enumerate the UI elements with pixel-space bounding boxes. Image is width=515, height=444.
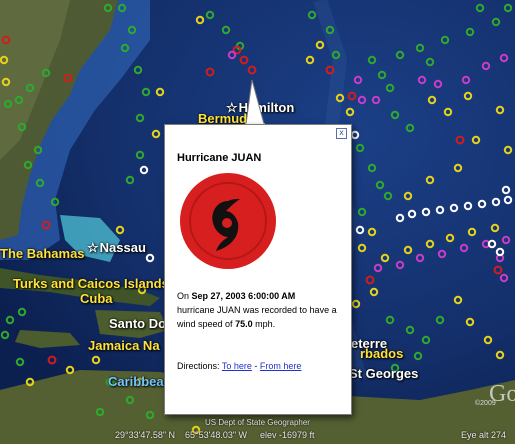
place-label-cuba[interactable]: Cuba	[80, 291, 113, 306]
place-label-santo-domingo[interactable]: Santo Do	[109, 316, 166, 331]
balloon-pointer	[245, 79, 265, 126]
place-label-caribbean[interactable]: Caribbea	[108, 374, 164, 389]
balloon-title: Hurricane JUAN	[177, 152, 262, 164]
place-label-nassau[interactable]: ☆Nassau	[87, 240, 146, 256]
longitude-readout: 65°53'48.03" W	[185, 430, 248, 440]
place-label-turks-caicos[interactable]: Turks and Caicos Islands	[13, 276, 169, 291]
status-bar: 29°33'47.58" N 65°53'48.03" W elev -1697…	[0, 428, 515, 444]
latitude-readout: 29°33'47.58" N	[115, 430, 176, 440]
place-label-barbados[interactable]: rbados	[360, 346, 403, 361]
close-button[interactable]: x	[336, 128, 347, 139]
wind-speed-value: 75.0	[235, 319, 253, 329]
place-label-jamaica[interactable]: Jamaica Na	[88, 338, 160, 353]
place-label-bahamas[interactable]: The Bahamas	[0, 246, 85, 261]
record-date: Sep 27, 2003 6:00:00 AM	[191, 291, 296, 301]
imagery-credit: US Dept of State Geographer	[205, 418, 310, 427]
star-icon: ☆	[87, 240, 99, 255]
eye-altitude-readout: Eye alt 274	[461, 430, 507, 440]
info-balloon: x Hurricane JUAN On Sep 27, 2003 6:00:00…	[164, 124, 352, 415]
hurricane-icon	[180, 173, 276, 269]
copyright-year: ©2009	[475, 400, 496, 407]
place-label-st-georges[interactable]: St Georges	[349, 366, 418, 381]
to-here-link[interactable]: To here	[222, 361, 252, 371]
elevation-readout: elev -16979 ft	[260, 430, 315, 440]
balloon-description: On Sep 27, 2003 6:00:00 AM hurricane JUA…	[177, 291, 337, 329]
from-here-link[interactable]: From here	[260, 361, 302, 371]
directions-row: Directions: To here - From here	[177, 361, 302, 371]
